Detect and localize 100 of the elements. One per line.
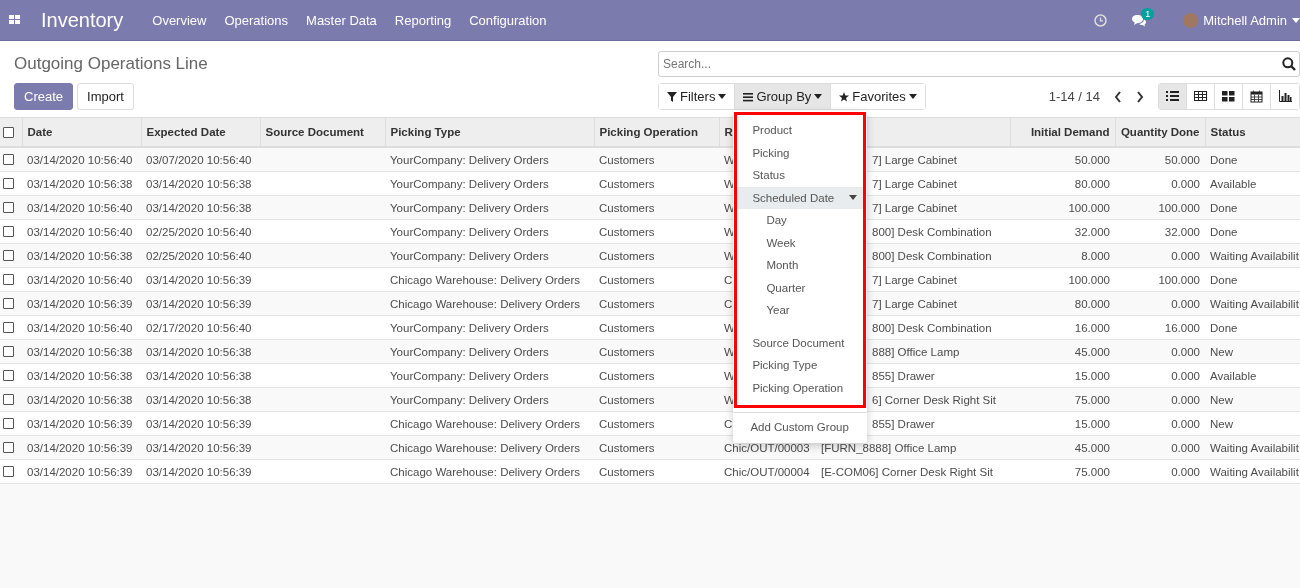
table-cell: 0.000 [1171, 369, 1200, 382]
column-header[interactable]: Status [1210, 126, 1246, 138]
menu-item[interactable]: Overview [152, 12, 207, 28]
column-header[interactable]: Date [27, 126, 53, 138]
list-icon [743, 91, 754, 102]
caret-icon [1292, 17, 1300, 23]
table-cell: Customers [599, 321, 655, 334]
table-cell: Customers [599, 201, 655, 214]
row-checkbox[interactable] [3, 250, 14, 261]
menu-item[interactable]: Picking [737, 141, 864, 164]
import-button[interactable]: Import [77, 83, 134, 110]
table-cell: 7] Large Cabinet [872, 153, 958, 166]
menu-item[interactable]: Scheduled Date [737, 186, 864, 209]
user-menu[interactable]: Mitchell Admin [1203, 12, 1287, 28]
table-cell: 8.000 [1081, 249, 1110, 262]
table-cell: New [1210, 345, 1233, 358]
app-title[interactable]: Inventory [41, 8, 124, 32]
row-checkbox[interactable] [3, 346, 14, 357]
table-cell: 100.000 [1068, 201, 1110, 214]
table-cell: [E-COM06] Corner Desk Right Sit [821, 465, 993, 478]
list-view-button[interactable] [1159, 84, 1187, 109]
column-header[interactable]: Picking Type [390, 126, 461, 138]
row-checkbox[interactable] [3, 154, 14, 165]
row-checkbox[interactable] [3, 298, 14, 309]
table-cell: 03/14/2020 10:56:38 [146, 369, 252, 382]
table-cell: Customers [599, 273, 655, 286]
row-checkbox[interactable] [3, 442, 14, 453]
clock-icon[interactable] [1094, 13, 1108, 27]
menu-item[interactable]: Reporting [394, 12, 452, 28]
chat-icon[interactable] [1131, 13, 1148, 27]
table-cell: 16.000 [1164, 321, 1200, 334]
next-icon[interactable] [1136, 90, 1144, 103]
table-cell: 50.000 [1074, 153, 1110, 166]
row-checkbox[interactable] [3, 370, 14, 381]
table-cell: 888] Office Lamp [872, 345, 960, 358]
row-checkbox[interactable] [3, 394, 14, 405]
menu-item[interactable]: Configuration [469, 12, 547, 28]
table-cell: Chicago Warehouse: Delivery Orders [390, 441, 581, 454]
table-cell: 50.000 [1164, 153, 1200, 166]
table-cell: 03/14/2020 10:56:39 [27, 417, 133, 430]
table-cell: 15.000 [1074, 369, 1110, 382]
table-cell: 0.000 [1171, 177, 1200, 190]
table-cell: Available [1210, 177, 1257, 190]
apps-menu-icon[interactable] [9, 14, 21, 26]
table-cell: Waiting Availabilit [1210, 297, 1299, 310]
bar-chart-icon [1278, 90, 1292, 103]
table-cell: 03/14/2020 10:56:39 [146, 465, 252, 478]
table-cell: C [724, 273, 733, 286]
row-checkbox[interactable] [3, 226, 14, 237]
menu-item[interactable]: Status [737, 164, 864, 187]
create-button[interactable]: Create [14, 83, 74, 110]
previous-icon[interactable] [1114, 90, 1122, 103]
table-cell: 03/14/2020 10:56:39 [27, 441, 133, 454]
menu-item[interactable]: Picking Type [737, 354, 864, 377]
menu-item[interactable]: Operations [224, 12, 289, 28]
table-cell: Done [1210, 201, 1238, 214]
search-field[interactable]: Search... [658, 51, 1300, 77]
table-cell: 03/14/2020 10:56:40 [27, 225, 133, 238]
row-checkbox[interactable] [3, 178, 14, 189]
menu-item[interactable]: Source Document [737, 331, 864, 354]
calendar-icon [1250, 90, 1263, 103]
row-checkbox[interactable] [3, 274, 14, 285]
row-checkbox[interactable] [3, 322, 14, 333]
menu-item[interactable]: Product [737, 119, 864, 142]
row-checkbox[interactable] [3, 202, 14, 213]
menu-item[interactable]: Year [737, 299, 864, 322]
search-option-button[interactable]: Group By [735, 84, 831, 109]
row-checkbox[interactable] [3, 466, 14, 477]
table-cell: 7] Large Cabinet [872, 297, 958, 310]
table-cell: 32.000 [1164, 225, 1200, 238]
tiles-icon [1222, 90, 1235, 103]
menu-item[interactable]: Week [737, 231, 864, 254]
menu-item[interactable]: Add Custom Group [733, 416, 868, 439]
table-cell: 100.000 [1068, 273, 1110, 286]
table-cell: 0.000 [1171, 465, 1200, 478]
menu-item[interactable]: Master Data [306, 12, 377, 28]
table-cell: Chic/OUT/00004 [724, 465, 810, 478]
table-cell: Done [1210, 273, 1238, 286]
table-cell: YourCompany: Delivery Orders [390, 249, 549, 262]
menu-item[interactable]: Day [737, 209, 864, 232]
table-cell: 03/14/2020 10:56:39 [146, 417, 252, 430]
list-icon [1166, 90, 1179, 103]
select-all-checkbox[interactable] [3, 126, 14, 138]
column-header[interactable]: R [724, 126, 733, 138]
table-cell: Customers [599, 249, 655, 262]
table-cell: Customers [599, 345, 655, 358]
table-cell: YourCompany: Delivery Orders [390, 177, 549, 190]
menu-item[interactable]: Picking Operation [737, 376, 864, 399]
menu-item[interactable]: Quarter [737, 276, 864, 299]
table-cell: 03/14/2020 10:56:38 [146, 393, 252, 406]
table-cell: Done [1210, 225, 1238, 238]
table-cell: 03/14/2020 10:56:39 [27, 465, 133, 478]
table-cell: 03/14/2020 10:56:40 [27, 201, 133, 214]
menu-item[interactable]: Month [737, 254, 864, 277]
table-cell: Done [1210, 321, 1238, 334]
table-cell: Customers [599, 417, 655, 430]
table-cell: YourCompany: Delivery Orders [390, 345, 549, 358]
table-cell: 45.000 [1074, 441, 1110, 454]
row-checkbox[interactable] [3, 418, 14, 429]
table-cell: 6] Corner Desk Right Sit [872, 393, 996, 406]
